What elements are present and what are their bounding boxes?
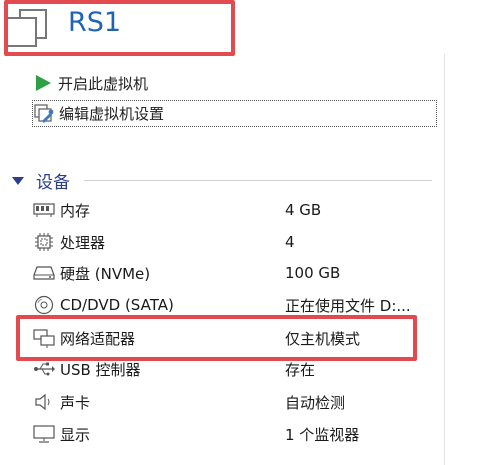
processor-icon (32, 232, 56, 252)
device-value: 4 GB (285, 201, 322, 219)
device-name: CD/DVD (SATA) (60, 296, 174, 314)
section-divider (84, 180, 432, 181)
edit-settings-label: 编辑虚拟机设置 (59, 105, 165, 123)
device-name: 硬盘 (NVMe) (60, 264, 151, 283)
device-row-memory[interactable]: 内存 4 GB (32, 196, 432, 224)
edit-vm-settings-link[interactable]: 编辑虚拟机设置 (32, 100, 437, 127)
device-value: 100 GB (285, 264, 341, 282)
edit-settings-icon (33, 103, 55, 125)
network-adapter-highlight-box (16, 315, 417, 361)
device-name: USB 控制器 (60, 360, 141, 379)
collapse-triangle-icon[interactable] (12, 171, 26, 190)
header-highlight-box (4, 0, 235, 56)
device-row-hard-disk[interactable]: 硬盘 (NVMe) 100 GB (32, 259, 432, 287)
cd-dvd-icon (32, 295, 56, 315)
hard-disk-icon (32, 263, 56, 283)
device-name: 内存 (60, 201, 91, 220)
device-value: 正在使用文件 D:... (285, 296, 411, 315)
usb-icon (32, 359, 56, 379)
sound-card-icon (32, 392, 56, 412)
play-icon (32, 72, 54, 94)
device-name: 显示 (60, 425, 91, 444)
device-name: 声卡 (60, 393, 91, 412)
memory-icon (32, 200, 56, 220)
device-row-sound-card[interactable]: 声卡 自动检测 (32, 388, 432, 416)
device-value: 1 个监视器 (285, 425, 360, 444)
device-name: 处理器 (60, 233, 106, 252)
device-value: 存在 (285, 360, 316, 379)
device-value: 自动检测 (285, 393, 346, 412)
devices-section-header[interactable]: 设备 (12, 166, 432, 194)
display-icon (32, 424, 56, 444)
devices-section-title: 设备 (36, 172, 70, 193)
power-on-vm-link[interactable]: 开启此虚拟机 (32, 71, 432, 95)
power-on-label: 开启此虚拟机 (58, 74, 149, 93)
device-row-display[interactable]: 显示 1 个监视器 (32, 420, 432, 448)
device-value: 4 (285, 233, 295, 251)
device-row-processor[interactable]: 处理器 4 (32, 228, 432, 256)
panel-divider (444, 54, 445, 465)
